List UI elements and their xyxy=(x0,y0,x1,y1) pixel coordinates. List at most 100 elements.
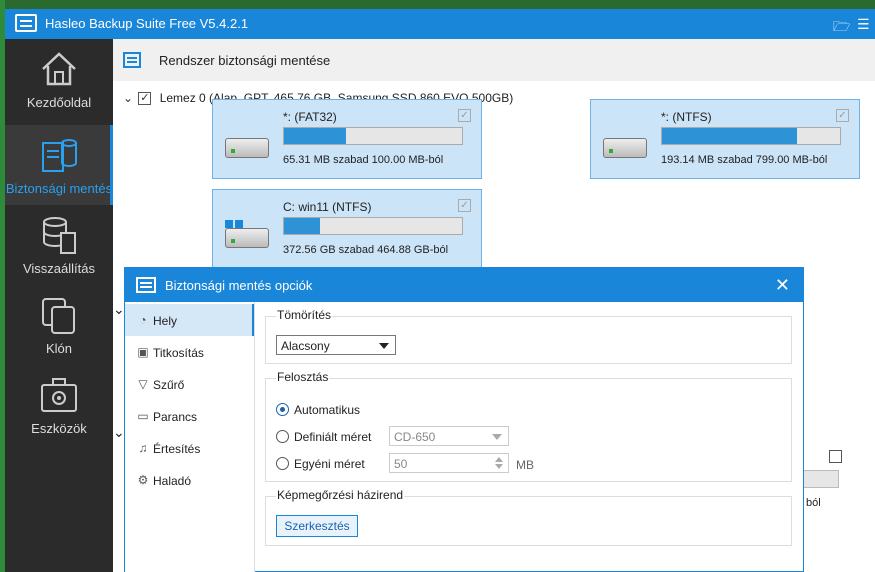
sidebar-item-label: Klón xyxy=(45,341,73,356)
nav-item-filter[interactable]: ▽ Szűrő xyxy=(125,368,254,400)
stepper-up-icon[interactable] xyxy=(495,457,503,462)
location-icon: ◔ xyxy=(139,313,147,327)
partition-card[interactable]: C: win11 (NTFS) ✓ 372.56 GB szabad 464.8… xyxy=(212,189,482,269)
command-icon: ▭ xyxy=(137,409,149,423)
split-auto-label: Automatikus xyxy=(294,403,361,417)
partition-checkbox[interactable]: ✓ xyxy=(836,109,849,122)
usage-fill xyxy=(662,128,798,144)
edit-button[interactable]: Szerkesztés xyxy=(276,515,358,537)
usage-bar xyxy=(803,470,839,488)
defined-size-value: CD-650 xyxy=(394,430,436,444)
sidebar: Kezdőoldal Biztonsági mentés Visszaállít… xyxy=(5,39,113,572)
partition-name: C: win11 (NTFS) xyxy=(283,200,372,214)
menu-icon[interactable]: ☰ xyxy=(857,16,870,33)
split-defined-label: Definiált méret xyxy=(294,430,372,444)
nav-item-label: Parancs xyxy=(153,410,198,424)
partition-name: *: (NTFS) xyxy=(661,110,712,124)
disk-checkbox[interactable]: ✓ xyxy=(138,92,152,106)
chevron-down-icon[interactable]: ⌄ xyxy=(113,424,125,441)
partition-checkbox[interactable]: ✓ xyxy=(458,109,471,122)
usage-bar xyxy=(661,127,841,145)
partition-free-space: ból xyxy=(806,497,821,509)
compression-title: Tömörítés xyxy=(276,308,333,322)
partition-free-space: 372.56 GB szabad 464.88 GB-ból xyxy=(283,244,449,256)
sidebar-item-label: Eszközök xyxy=(31,421,87,436)
restore-icon xyxy=(43,217,76,254)
nav-item-label: Szűrő xyxy=(153,378,185,392)
dialog-title: Biztonsági mentés opciók xyxy=(165,278,313,293)
compression-value: Alacsony xyxy=(281,339,330,353)
stepper-down-icon[interactable] xyxy=(495,464,503,469)
page-title: Rendszer biztonsági mentése xyxy=(159,53,331,68)
custom-size-stepper[interactable]: 50 xyxy=(389,453,509,473)
nav-item-label: Haladó xyxy=(153,474,192,488)
nav-item-location[interactable]: ◔ Hely xyxy=(125,304,254,336)
dialog-title-bar: Biztonsági mentés opciók ✕ xyxy=(125,268,803,302)
dialog-nav: ◔ Hely ▣ Titkosítás ▽ Szűrő ▭ Parancs ♫ … xyxy=(125,302,255,572)
backup-options-dialog: Biztonsági mentés opciók ✕ ◔ Hely ▣ Titk… xyxy=(124,267,804,572)
nav-item-advanced[interactable]: ⚙ Haladó xyxy=(125,464,254,496)
compression-group: Tömörítés Alacsony xyxy=(265,308,792,364)
retention-group: Képmegőrzési házirend Szerkesztés xyxy=(265,488,792,546)
app-logo-icon xyxy=(15,14,37,32)
compression-select[interactable]: Alacsony xyxy=(276,335,396,355)
bell-icon: ♫ xyxy=(138,441,148,455)
retention-title: Képmegőrzési házirend xyxy=(276,488,405,502)
filter-icon: ▽ xyxy=(138,377,148,391)
sidebar-item-tools[interactable]: Eszközök xyxy=(5,365,113,445)
partition-free-space: 193.14 MB szabad 799.00 MB-ból xyxy=(661,154,828,166)
nav-item-label: Értesítés xyxy=(153,442,201,456)
app-title: Hasleo Backup Suite Free V5.4.2.1 xyxy=(45,16,249,31)
backup-icon xyxy=(42,139,77,172)
defined-size-select[interactable]: CD-650 xyxy=(389,426,509,446)
title-bar: Hasleo Backup Suite Free V5.4.2.1 🗁 ☰ xyxy=(5,9,875,39)
sidebar-item-label: Visszaállítás xyxy=(22,261,95,276)
usage-bar xyxy=(283,127,463,145)
custom-size-unit: MB xyxy=(516,458,534,472)
close-icon[interactable]: ✕ xyxy=(775,275,790,296)
nav-item-notification[interactable]: ♫ Értesítés xyxy=(125,432,254,464)
usage-fill xyxy=(284,128,347,144)
sidebar-item-restore[interactable]: Visszaállítás xyxy=(5,205,113,285)
backup-header-icon xyxy=(123,52,141,68)
chevron-down-icon xyxy=(492,434,502,440)
chevron-down-icon[interactable]: ⌄ xyxy=(113,301,125,318)
nav-item-encryption[interactable]: ▣ Titkosítás xyxy=(125,336,254,368)
partition-name: *: (FAT32) xyxy=(283,110,337,124)
lock-icon: ▣ xyxy=(137,345,149,359)
sidebar-item-label: Biztonsági mentés xyxy=(5,181,113,196)
nav-item-label: Titkosítás xyxy=(153,346,204,360)
drive-icon xyxy=(225,228,269,248)
partition-free-space: 65.31 MB szabad 100.00 MB-ból xyxy=(283,154,444,166)
usage-fill xyxy=(284,218,320,234)
chevron-down-icon xyxy=(379,343,389,349)
sidebar-item-home[interactable]: Kezdőoldal xyxy=(5,39,113,119)
split-custom-label: Egyéni méret xyxy=(294,457,365,471)
nav-item-command[interactable]: ▭ Parancs xyxy=(125,400,254,432)
gear-icon: ⚙ xyxy=(137,473,149,487)
usage-bar xyxy=(283,217,463,235)
home-icon xyxy=(42,52,76,86)
partition-checkbox[interactable] xyxy=(829,450,842,463)
chevron-down-icon[interactable]: ⌄ xyxy=(123,91,135,105)
drive-icon xyxy=(603,138,647,158)
page-header: Rendszer biztonsági mentése xyxy=(113,39,875,81)
app-logo-icon xyxy=(136,277,156,293)
split-title: Felosztás xyxy=(276,370,330,384)
drive-icon xyxy=(225,138,269,158)
sidebar-item-clone[interactable]: Klón xyxy=(5,285,113,365)
split-group: Felosztás Automatikus Definiált méret CD… xyxy=(265,370,792,482)
partition-card[interactable]: *: (FAT32) ✓ 65.31 MB szabad 100.00 MB-b… xyxy=(212,99,482,179)
split-custom-radio[interactable] xyxy=(276,457,289,470)
partition-card[interactable]: *: (NTFS) ✓ 193.14 MB szabad 799.00 MB-b… xyxy=(590,99,860,179)
sidebar-item-backup[interactable]: Biztonsági mentés xyxy=(5,125,113,205)
nav-item-label: Hely xyxy=(153,314,178,328)
sidebar-item-label: Kezdőoldal xyxy=(26,95,92,110)
split-auto-radio[interactable] xyxy=(276,403,289,416)
tools-icon xyxy=(41,378,77,412)
partition-checkbox[interactable]: ✓ xyxy=(458,199,471,212)
split-defined-radio[interactable] xyxy=(276,430,289,443)
clone-icon xyxy=(42,298,75,334)
custom-size-value: 50 xyxy=(394,457,408,471)
open-folder-icon[interactable]: 🗁 xyxy=(833,16,850,40)
